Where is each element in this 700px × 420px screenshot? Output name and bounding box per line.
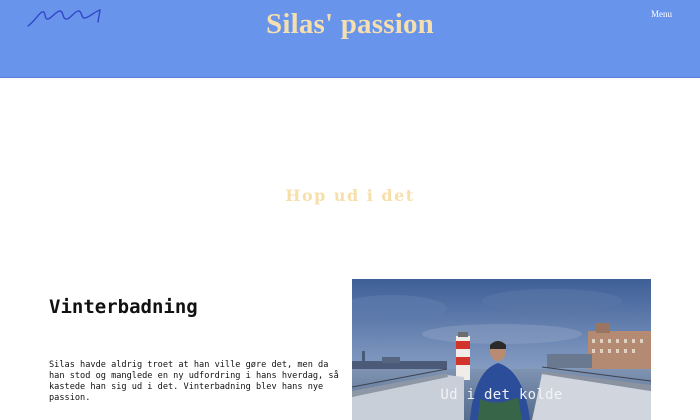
- section-body-text: Silas havde aldrig troet at han ville gø…: [49, 360, 339, 403]
- section-title: Vinterbadning: [49, 296, 198, 318]
- photo-caption: Ud i det kolde: [440, 387, 563, 403]
- winter-bathing-photo: Ud i det kolde: [352, 279, 651, 420]
- site-title: Silas' passion: [265, 8, 435, 40]
- hero-heading: Hop ud i det: [285, 186, 415, 205]
- site-header: Silas' passion Menu: [0, 0, 700, 78]
- menu-link[interactable]: Menu: [651, 9, 672, 19]
